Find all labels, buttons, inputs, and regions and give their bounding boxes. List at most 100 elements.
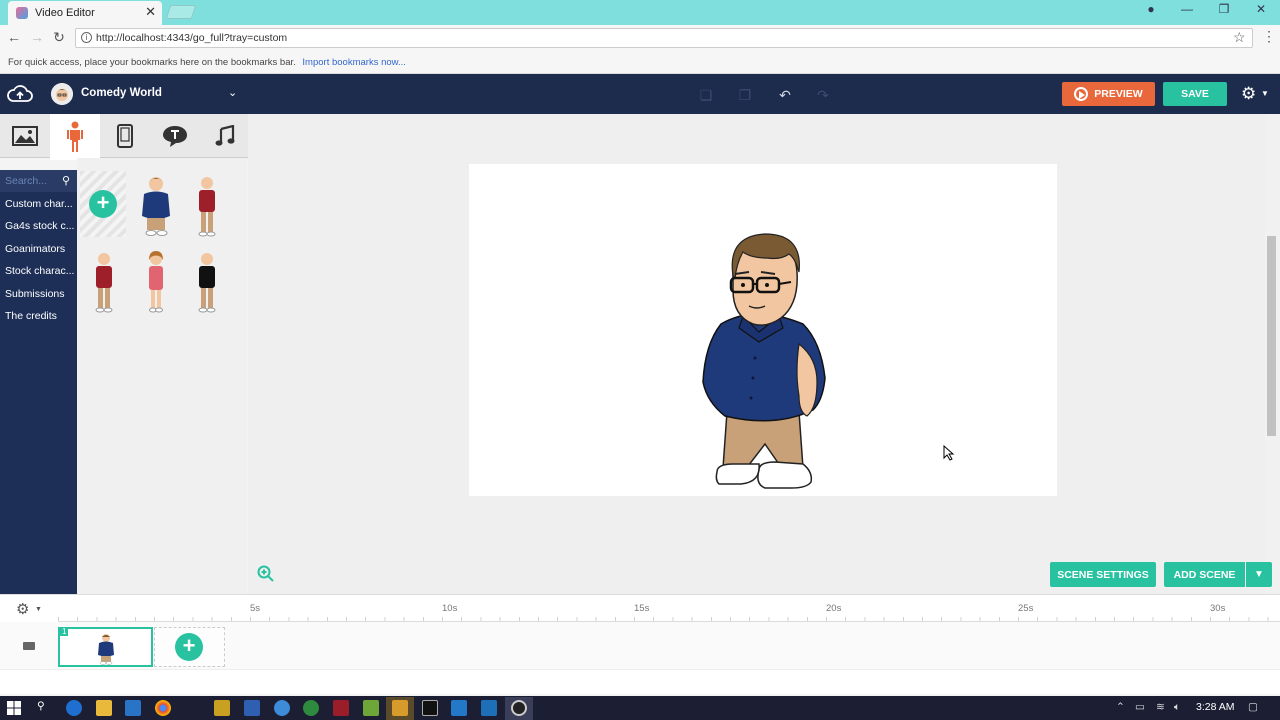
browser-menu-icon[interactable]: ⋮ [1262,28,1276,45]
category-item[interactable]: Submissions [5,288,75,300]
windows-start-icon[interactable] [7,701,21,715]
category-item[interactable]: Ga4s stock c... [5,220,75,232]
tab-characters[interactable] [50,114,100,160]
category-item[interactable]: Stock charac... [5,265,75,277]
browser-tab[interactable]: Video Editor ✕ [8,1,162,25]
app-icon[interactable] [481,700,497,716]
add-character-slot[interactable]: + [80,171,126,237]
ruler-tick-label: 30s [1210,603,1226,614]
app-icon[interactable] [451,700,467,716]
reload-icon[interactable]: ↻ [50,29,68,46]
forward-icon[interactable]: → [28,29,46,45]
character-icon [67,121,83,152]
tray-chevron-icon[interactable]: ⌃ [1116,701,1125,713]
character-on-stage[interactable] [695,232,831,494]
search-icon[interactable]: ⚲ [37,700,45,712]
favicon-icon [16,7,28,19]
taskbar-clock[interactable]: 3:28 AM [1196,701,1235,713]
character-thumbnail[interactable] [84,248,124,314]
category-list [0,170,77,594]
wifi-icon[interactable]: ≋ [1156,701,1165,713]
file-explorer-icon[interactable] [96,700,112,716]
speech-bubble-icon [163,126,187,147]
save-button[interactable]: SAVE [1163,82,1227,106]
ruler-tick-label: 5s [250,603,261,614]
minimize-icon[interactable]: — [1172,2,1202,16]
app-icon[interactable] [244,700,260,716]
bookmarks-hint: For quick access, place your bookmarks h… [8,57,296,68]
camera-icon [23,642,35,650]
tab-props[interactable] [100,114,150,158]
app-icon[interactable] [214,700,230,716]
add-scene-dropdown-icon[interactable]: ▼ [1246,562,1272,587]
copy-icon[interactable]: ❏ [696,87,716,103]
paste-icon[interactable]: ❐ [735,87,755,103]
ruler-tick-label: 10s [442,603,458,614]
plus-icon: + [89,190,117,218]
zoom-in-icon[interactable] [257,565,275,588]
scene-thumbnail[interactable] [58,627,153,667]
plus-icon: + [175,633,203,661]
settings-chevron-icon[interactable]: ▼ [1261,89,1269,98]
notifications-icon[interactable]: ▢ [1248,701,1258,713]
character-thumbnail[interactable] [136,172,176,238]
ruler-tick-label: 15s [634,603,650,614]
back-icon[interactable]: ← [5,29,23,45]
tab-sound[interactable] [200,114,250,158]
scene-character-thumbnail [98,634,114,665]
terminal-icon[interactable] [422,700,438,716]
add-scene-button[interactable]: ADD SCENE [1164,562,1245,587]
character-thumbnail[interactable] [136,248,176,314]
close-window-icon[interactable]: ✕ [1246,2,1276,16]
app-icon[interactable] [274,700,290,716]
close-tab-icon[interactable]: ✕ [145,4,156,20]
category-item[interactable]: The credits [5,310,75,322]
notepad-icon[interactable] [392,700,408,716]
app-icon[interactable] [303,700,319,716]
mail-icon[interactable] [125,700,141,716]
edge-icon[interactable] [66,700,82,716]
app-icon[interactable] [363,700,379,716]
theme-avatar[interactable] [51,83,73,105]
preview-label: PREVIEW [1094,88,1143,100]
chevron-down-icon[interactable]: ⌄ [228,86,237,99]
chrome-icon[interactable] [155,700,171,716]
ruler-tick-label: 25s [1018,603,1034,614]
windows-taskbar [0,696,1280,720]
ruler-tick-label: 20s [826,603,842,614]
timeline-settings-icon[interactable]: ⚙ [16,600,29,618]
scene-settings-button[interactable]: SCENE SETTINGS [1050,562,1156,587]
address-bar[interactable]: i http://localhost:4343/go_full?tray=cus… [75,28,1253,48]
undo-icon[interactable]: ↶ [775,87,795,103]
tab-text[interactable] [150,114,200,158]
profile-icon[interactable]: ● [1136,2,1166,16]
battery-icon[interactable]: ▭ [1135,701,1145,713]
tab-title: Video Editor [35,7,95,19]
redo-icon[interactable]: ↷ [813,87,833,103]
scrollbar-thumb[interactable] [1267,236,1276,436]
image-icon [12,126,38,146]
new-tab-button[interactable] [165,5,197,19]
mouse-cursor-icon [943,445,955,461]
category-item[interactable]: Goanimators [5,243,75,255]
settings-gear-icon[interactable]: ⚙ [1241,84,1256,104]
character-thumbnail[interactable] [187,172,227,238]
search-icon[interactable]: ⚲ [62,174,70,187]
add-scene-slot[interactable]: + [154,627,225,667]
bookmark-star-icon[interactable]: ☆ [1233,29,1246,46]
obs-icon[interactable] [511,700,527,716]
tab-backgrounds[interactable] [0,114,50,158]
timeline-settings-chevron-icon[interactable]: ▼ [35,606,42,613]
volume-icon[interactable]: 🔈︎ [1174,701,1180,714]
cloud-upload-icon[interactable] [6,84,34,104]
app-icon[interactable] [333,700,349,716]
timeline-ruler[interactable] [58,600,1280,622]
scene-canvas[interactable] [469,164,1057,496]
preview-button[interactable]: PREVIEW [1062,82,1155,106]
import-bookmarks-link[interactable]: Import bookmarks now... [302,57,405,68]
character-thumbnail[interactable] [187,248,227,314]
maximize-icon[interactable]: ❐ [1209,2,1239,16]
theme-name[interactable]: Comedy World [81,87,162,99]
info-icon[interactable]: i [81,32,92,43]
category-item[interactable]: Custom char... [5,198,75,210]
